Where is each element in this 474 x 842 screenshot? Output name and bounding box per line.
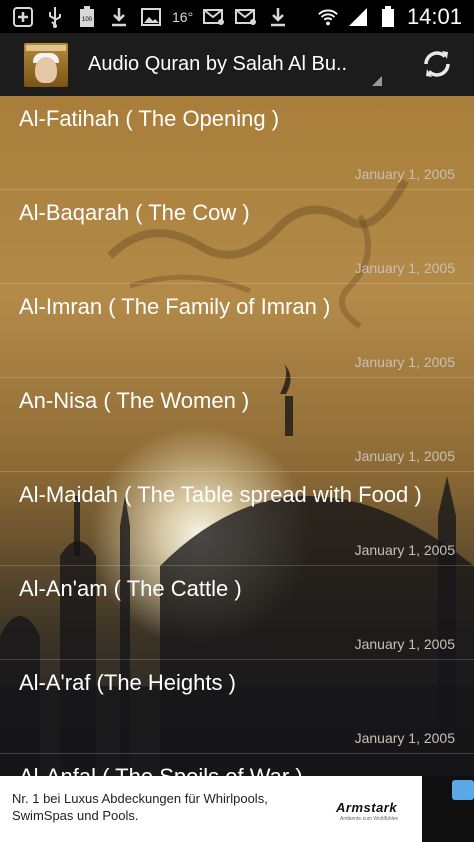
refresh-icon[interactable]	[420, 47, 454, 81]
ad-banner[interactable]: Nr. 1 bei Luxus Abdeckungen für Whirlpoo…	[0, 776, 474, 842]
list-item[interactable]: Al-Baqarah ( The Cow ) January 1, 2005	[0, 190, 474, 284]
usb-icon	[44, 6, 66, 28]
surah-title: Al-Maidah ( The Table spread with Food )	[19, 482, 422, 507]
surah-title: Al-Fatihah ( The Opening )	[19, 106, 280, 131]
list-item[interactable]: Al-Fatihah ( The Opening ) January 1, 20…	[0, 96, 474, 190]
add-icon	[12, 6, 34, 27]
ad-brand-logo[interactable]: Armstark	[336, 800, 397, 815]
list-item[interactable]: Al-Maidah ( The Table spread with Food )…	[0, 472, 474, 566]
surah-date: January 1, 2005	[354, 730, 455, 746]
list-item[interactable]: Al-An'am ( The Cattle ) January 1, 2005	[0, 566, 474, 660]
list-item[interactable]: Al-Anfal ( The Spoils of War )	[0, 754, 474, 776]
ad-side-image[interactable]	[422, 776, 474, 842]
battery-full-icon: 100	[76, 5, 98, 27]
surah-date: January 1, 2005	[354, 166, 455, 182]
signal-icon	[347, 7, 369, 27]
surah-date: January 1, 2005	[354, 542, 455, 558]
app-title[interactable]: Audio Quran by Salah Al Bu..	[88, 53, 347, 76]
app-icon-banner	[26, 44, 66, 51]
list-item[interactable]: An-Nisa ( The Women ) January 1, 2005	[0, 378, 474, 472]
temperature-label: 16°	[172, 8, 194, 25]
wifi-icon	[317, 7, 339, 27]
action-bar: Audio Quran by Salah Al Bu..	[0, 33, 474, 98]
status-bar: 100 16° 14:01	[0, 0, 474, 33]
download-icon	[267, 7, 289, 27]
app-icon-face	[35, 56, 57, 83]
surah-date: January 1, 2005	[354, 636, 455, 652]
list-item[interactable]: Al-A'raf (The Heights ) January 1, 2005	[0, 660, 474, 754]
surah-title: Al-Anfal ( The Spoils of War )	[19, 764, 303, 776]
ad-info-icon[interactable]	[452, 780, 474, 800]
ad-brand-tagline: Ambiente zum Wohlfühlen	[340, 816, 399, 822]
surah-title: Al-A'raf (The Heights )	[19, 670, 236, 695]
image-icon	[140, 7, 162, 27]
app-icon[interactable]	[24, 42, 68, 87]
battery-level-label: 100	[82, 17, 93, 23]
surah-date: January 1, 2005	[354, 448, 455, 464]
email-icon	[203, 7, 225, 27]
list-item[interactable]: Al-Imran ( The Family of Imran ) January…	[0, 284, 474, 378]
download-icon	[108, 7, 130, 27]
clock: 14:01	[406, 3, 462, 29]
surah-title: Al-Baqarah ( The Cow )	[19, 200, 250, 225]
surah-title: An-Nisa ( The Women )	[19, 388, 250, 413]
email-icon	[235, 7, 257, 27]
surah-list[interactable]: Al-Fatihah ( The Opening ) January 1, 20…	[0, 96, 474, 776]
ad-text[interactable]: Nr. 1 bei Luxus Abdeckungen für Whirlpoo…	[12, 790, 312, 824]
surah-title: Al-Imran ( The Family of Imran )	[19, 294, 331, 319]
title-dropdown-indicator-icon[interactable]	[372, 76, 382, 86]
surah-date: January 1, 2005	[354, 260, 455, 276]
surah-title: Al-An'am ( The Cattle )	[19, 576, 242, 601]
battery-icon	[377, 5, 399, 27]
surah-date: January 1, 2005	[354, 354, 455, 370]
